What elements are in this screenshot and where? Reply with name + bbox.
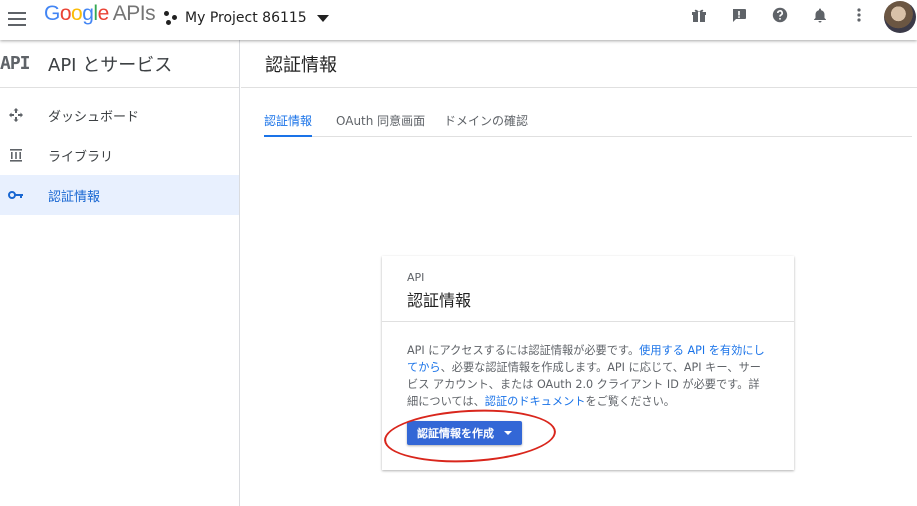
- dropdown-arrow-icon: [504, 431, 512, 435]
- account-avatar[interactable]: [884, 1, 916, 33]
- card-title: 認証情報: [407, 291, 472, 310]
- sidebar: API API とサービス ダッシュボード ライブラリ 認証情報: [0, 40, 240, 506]
- logo-apis-text: APIs: [112, 2, 156, 25]
- credentials-card: API 認証情報 API にアクセスするには認証情報が必要です。使用する API…: [382, 256, 794, 470]
- project-icon: [164, 11, 178, 25]
- sidebar-item-dashboard[interactable]: ダッシュボード: [0, 95, 239, 135]
- project-selector[interactable]: My Project 86115: [164, 7, 329, 29]
- sidebar-item-library[interactable]: ライブラリ: [0, 135, 239, 175]
- sidebar-item-credentials[interactable]: 認証情報: [0, 175, 239, 215]
- help-icon[interactable]: [772, 7, 788, 23]
- card-divider: [382, 321, 794, 322]
- logo-letter: G: [44, 2, 60, 25]
- description-text: をご覧ください。: [585, 395, 675, 408]
- tab-oauth-consent[interactable]: OAuth 同意画面: [336, 112, 425, 136]
- project-name: My Project 86115: [185, 10, 307, 26]
- auth-docs-link[interactable]: 認証のドキュメント: [485, 395, 586, 408]
- menu-icon[interactable]: [8, 9, 28, 29]
- logo-letter: e: [97, 2, 110, 25]
- logo-letter: g: [82, 2, 94, 25]
- card-subtitle: API: [407, 271, 425, 284]
- chevron-down-icon: [316, 14, 329, 22]
- page-title: 認証情報: [265, 54, 337, 76]
- create-credentials-button[interactable]: 認証情報を作成: [407, 421, 522, 445]
- dashboard-icon: [7, 106, 25, 124]
- logo-letter: o: [71, 2, 83, 25]
- google-apis-logo[interactable]: Google APIs: [44, 2, 156, 26]
- sidebar-header: API API とサービス: [0, 40, 239, 88]
- logo-letter: o: [59, 2, 72, 25]
- notifications-icon[interactable]: [812, 7, 828, 23]
- description-text: API にアクセスするには認証情報が必要です。: [407, 344, 640, 357]
- feedback-icon[interactable]: [731, 7, 747, 23]
- key-icon: [7, 186, 25, 204]
- sidebar-item-label: ダッシュボード: [48, 109, 140, 125]
- api-badge-icon: API: [0, 53, 31, 74]
- top-app-bar: Google APIs My Project 86115: [0, 0, 917, 40]
- tab-domain-verification[interactable]: ドメインの確認: [444, 112, 528, 136]
- sidebar-item-label: ライブラリ: [48, 149, 114, 165]
- more-vert-icon[interactable]: [851, 7, 867, 23]
- page-header: 認証情報: [241, 40, 917, 88]
- sidebar-title: API とサービス: [48, 54, 173, 76]
- library-icon: [7, 146, 25, 164]
- gift-icon[interactable]: [691, 7, 707, 23]
- create-credentials-label: 認証情報を作成: [417, 428, 494, 440]
- tab-bar: 認証情報 OAuth 同意画面 ドメインの確認: [264, 104, 912, 137]
- card-description: API にアクセスするには認証情報が必要です。使用する API を有効にしてから…: [407, 342, 767, 410]
- sidebar-item-label: 認証情報: [48, 189, 101, 205]
- tab-credentials[interactable]: 認証情報: [264, 112, 313, 137]
